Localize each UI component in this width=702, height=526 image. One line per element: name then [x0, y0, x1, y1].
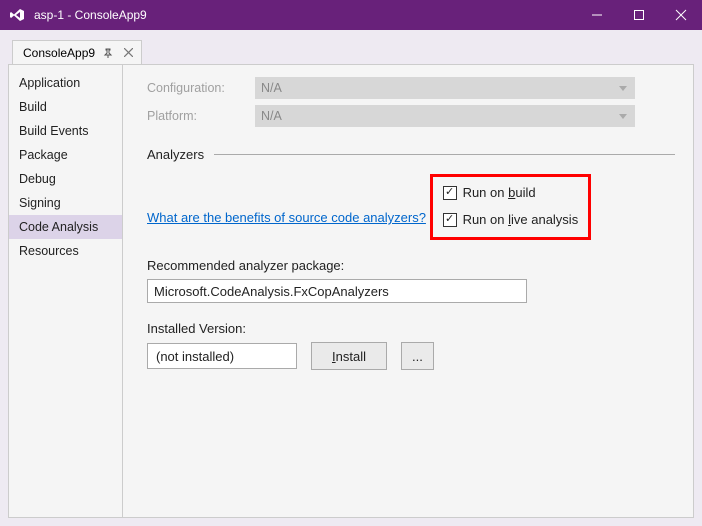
- run-on-build-label: Run on build: [463, 185, 536, 200]
- tab-label: ConsoleApp9: [23, 46, 95, 60]
- sidebar-item-resources[interactable]: Resources: [9, 239, 122, 263]
- close-button[interactable]: [660, 0, 702, 30]
- analyzers-section-header: Analyzers: [147, 147, 675, 162]
- install-row: (not installed) Install ...: [147, 342, 675, 370]
- installed-version-label: Installed Version:: [147, 321, 675, 336]
- sidebar-item-build-events[interactable]: Build Events: [9, 119, 122, 143]
- browse-button[interactable]: ...: [401, 342, 434, 370]
- sidebar: Application Build Build Events Package D…: [9, 65, 123, 517]
- document-tab[interactable]: ConsoleApp9: [12, 40, 142, 64]
- highlight-box: Run on build Run on live analysis: [430, 174, 592, 240]
- run-on-live-label: Run on live analysis: [463, 212, 579, 227]
- tabstrip: ConsoleApp9: [8, 40, 694, 64]
- recommended-package-value: Microsoft.CodeAnalysis.FxCopAnalyzers: [154, 284, 389, 299]
- platform-value: N/A: [261, 109, 282, 123]
- window-controls: [576, 0, 702, 30]
- configuration-row: Configuration: N/A: [147, 77, 675, 99]
- recommended-package-input[interactable]: Microsoft.CodeAnalysis.FxCopAnalyzers: [147, 279, 527, 303]
- configuration-label: Configuration:: [147, 81, 247, 95]
- body-area: ConsoleApp9 Application Build Build Even…: [0, 30, 702, 526]
- minimize-button[interactable]: [576, 0, 618, 30]
- install-button[interactable]: Install: [311, 342, 387, 370]
- header-divider: [214, 154, 675, 155]
- titlebar: asp-1 - ConsoleApp9: [0, 0, 702, 30]
- run-on-live-checkbox[interactable]: [443, 213, 457, 227]
- installed-version-value: (not installed): [156, 349, 234, 364]
- benefits-link[interactable]: What are the benefits of source code ana…: [147, 210, 426, 225]
- platform-row: Platform: N/A: [147, 105, 675, 127]
- analyzers-header-text: Analyzers: [147, 147, 204, 162]
- maximize-button[interactable]: [618, 0, 660, 30]
- run-on-build-row: Run on build: [443, 185, 579, 200]
- pin-icon[interactable]: [101, 46, 115, 60]
- sidebar-item-build[interactable]: Build: [9, 95, 122, 119]
- platform-dropdown[interactable]: N/A: [255, 105, 635, 127]
- content-pane: Configuration: N/A Platform: N/A Analyze…: [123, 65, 693, 517]
- window-title: asp-1 - ConsoleApp9: [34, 8, 576, 22]
- configuration-dropdown[interactable]: N/A: [255, 77, 635, 99]
- configuration-value: N/A: [261, 81, 282, 95]
- visual-studio-icon: [8, 6, 26, 24]
- platform-label: Platform:: [147, 109, 247, 123]
- run-on-build-checkbox[interactable]: [443, 186, 457, 200]
- sidebar-item-signing[interactable]: Signing: [9, 191, 122, 215]
- sidebar-item-application[interactable]: Application: [9, 71, 122, 95]
- sidebar-item-code-analysis[interactable]: Code Analysis: [9, 215, 122, 239]
- tab-close-icon[interactable]: [121, 46, 135, 60]
- sidebar-item-debug[interactable]: Debug: [9, 167, 122, 191]
- sidebar-item-package[interactable]: Package: [9, 143, 122, 167]
- recommended-label: Recommended analyzer package:: [147, 258, 675, 273]
- run-on-live-row: Run on live analysis: [443, 212, 579, 227]
- property-page: Application Build Build Events Package D…: [8, 64, 694, 518]
- installed-version-box: (not installed): [147, 343, 297, 369]
